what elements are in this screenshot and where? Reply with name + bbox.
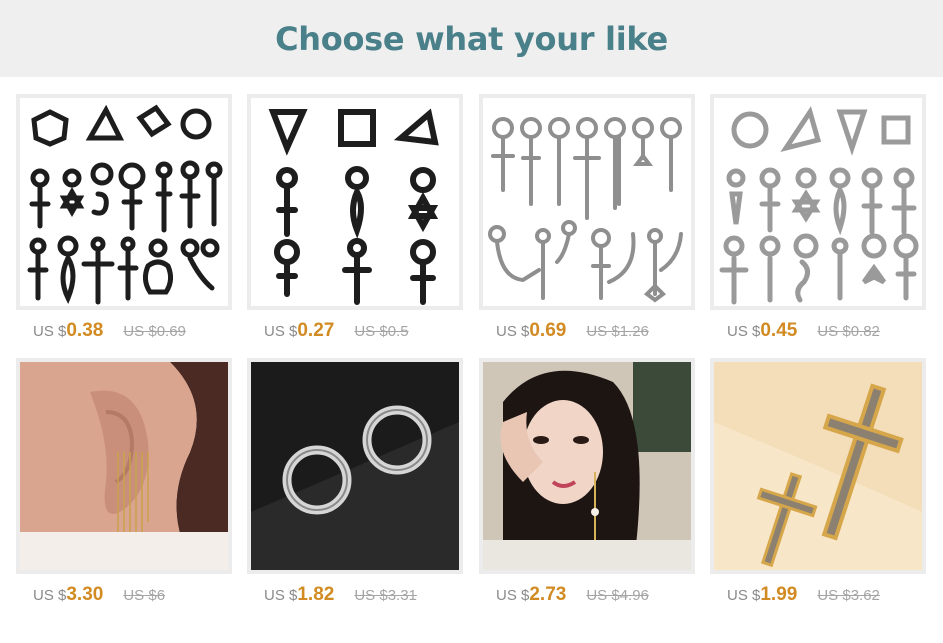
price-row: US $ 0.69 US $1.26: [496, 320, 649, 350]
current-price: 0.27: [297, 320, 335, 341]
original-price: US $4.96: [586, 587, 649, 604]
price-row: US $ 0.45 US $0.82: [727, 320, 880, 350]
currency-label: US $: [33, 323, 67, 340]
product-card[interactable]: US $ 0.27 US $0.5: [247, 94, 463, 341]
currency-label: US $: [33, 587, 67, 604]
current-price: 0.45: [760, 320, 798, 341]
price-row: US $ 3.30 US $6: [33, 584, 165, 614]
price-row: US $ 2.73 US $4.96: [496, 584, 649, 614]
original-price: US $0.82: [817, 323, 880, 340]
page-header: Choose what your like: [0, 0, 943, 77]
original-price: US $3.62: [817, 587, 880, 604]
current-price: 3.30: [66, 584, 104, 605]
black-stud-set-icon[interactable]: [16, 94, 232, 310]
price-row: US $ 0.27 US $0.5: [264, 320, 409, 350]
gold-cross-earrings-photo[interactable]: [710, 358, 926, 574]
original-price: US $3.31: [354, 587, 417, 604]
original-price: US $0.5: [354, 323, 409, 340]
currency-label: US $: [264, 323, 298, 340]
price-row: US $ 1.82 US $3.31: [264, 584, 417, 614]
current-price: 0.38: [66, 320, 104, 341]
black-geometric-earrings-icon[interactable]: [247, 94, 463, 310]
currency-label: US $: [727, 587, 761, 604]
model-chain-earring-photo[interactable]: [479, 358, 695, 574]
current-price: 0.69: [529, 320, 567, 341]
currency-label: US $: [496, 323, 530, 340]
product-card[interactable]: US $ 0.38 US $0.69: [16, 94, 232, 341]
price-row: US $ 0.38 US $0.69: [33, 320, 186, 350]
silver-hoop-chain-set-icon[interactable]: [479, 94, 695, 310]
original-price: US $6: [123, 587, 166, 604]
current-price: 1.99: [760, 584, 798, 605]
currency-label: US $: [496, 587, 530, 604]
product-card[interactable]: US $ 1.99 US $3.62: [710, 358, 926, 605]
price-row: US $ 1.99 US $3.62: [727, 584, 880, 614]
currency-label: US $: [727, 323, 761, 340]
silver-stud-set-icon[interactable]: [710, 94, 926, 310]
page-title: Choose what your like: [275, 19, 668, 58]
currency-label: US $: [264, 587, 298, 604]
silver-hoops-photo[interactable]: [247, 358, 463, 574]
product-card[interactable]: US $ 3.30 US $6: [16, 358, 232, 605]
current-price: 2.73: [529, 584, 567, 605]
product-card[interactable]: US $ 2.73 US $4.96: [479, 358, 695, 605]
original-price: US $1.26: [586, 323, 649, 340]
product-card[interactable]: US $ 0.69 US $1.26: [479, 94, 695, 341]
product-card[interactable]: US $ 1.82 US $3.31: [247, 358, 463, 605]
original-price: US $0.69: [123, 323, 186, 340]
product-card[interactable]: US $ 0.45 US $0.82: [710, 94, 926, 341]
current-price: 1.82: [297, 584, 335, 605]
tassel-ear-cuff-photo[interactable]: [16, 358, 232, 574]
